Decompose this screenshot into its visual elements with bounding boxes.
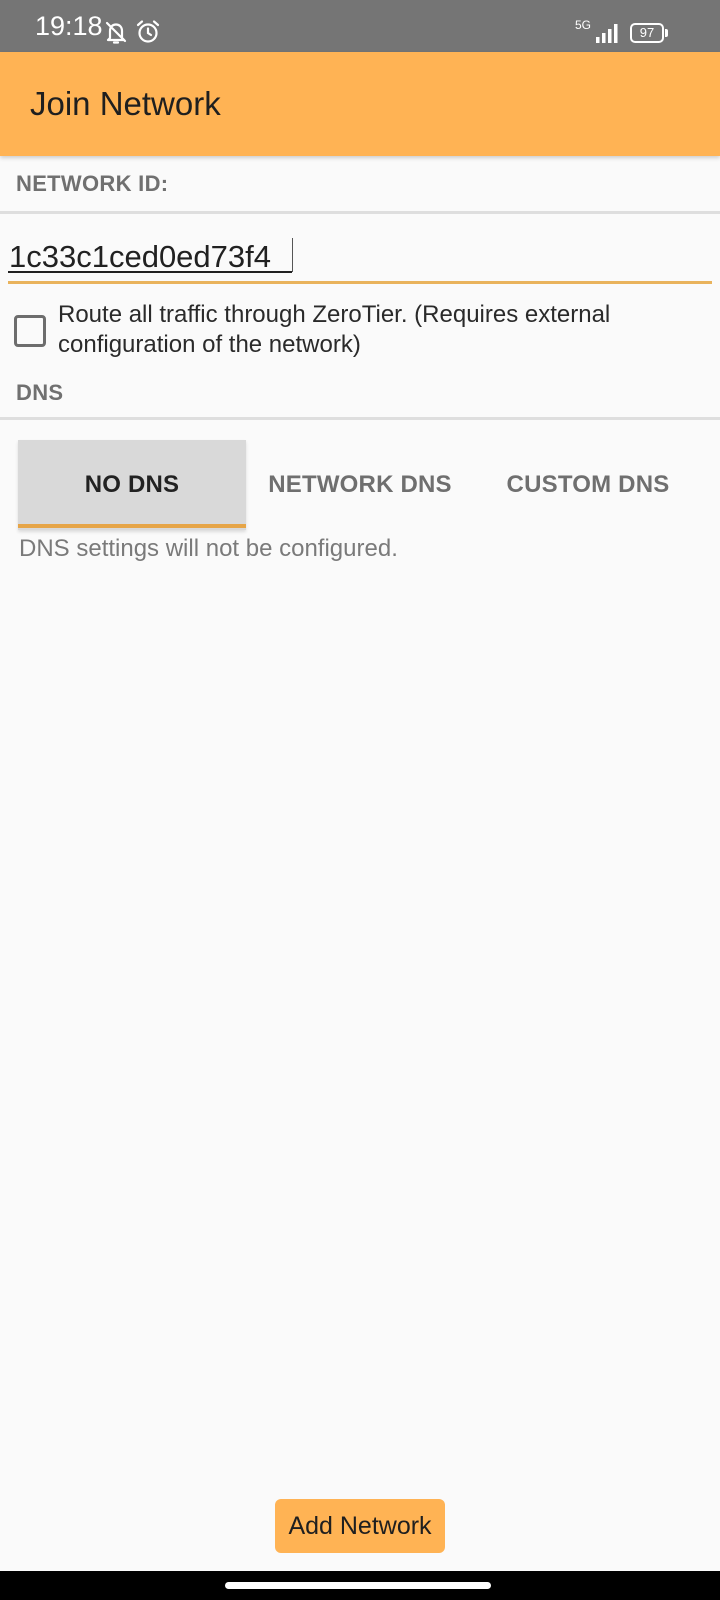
- dns-label: DNS: [16, 380, 64, 405]
- battery-level: 97: [630, 23, 664, 43]
- battery-tip: [665, 29, 668, 37]
- dns-divider: [0, 417, 720, 420]
- text-caret: [292, 238, 293, 272]
- spellcheck-underline: [8, 271, 292, 273]
- battery-icon: 97: [630, 23, 668, 43]
- signal-icon: [596, 24, 618, 43]
- network-id-label: NETWORK ID:: [16, 171, 169, 196]
- status-time: 19:18: [35, 11, 103, 41]
- status-bar: 19:18 5G 97: [0, 0, 720, 52]
- network-type-label: 5G: [575, 18, 592, 32]
- app-bar: Join Network: [0, 52, 720, 156]
- route-all-traffic-label: Route all traffic through ZeroTier. (Req…: [58, 301, 611, 358]
- route-all-traffic-checkbox[interactable]: [14, 315, 46, 347]
- network-id-input[interactable]: 1c33c1ced0ed73f4: [8, 232, 712, 284]
- bell-off-icon: [105, 21, 127, 44]
- home-indicator[interactable]: [225, 1582, 491, 1589]
- tab-custom-dns[interactable]: CUSTOM DNS: [474, 440, 702, 530]
- dns-description: DNS settings will not be configured.: [19, 535, 398, 562]
- tab-network-dns[interactable]: NETWORK DNS: [246, 440, 474, 530]
- tab-no-dns[interactable]: NO DNS: [18, 440, 246, 530]
- route-all-traffic-option[interactable]: Route all traffic through ZeroTier. (Req…: [12, 300, 712, 364]
- tab-indicator: [18, 524, 246, 528]
- network-id-divider: [0, 211, 720, 214]
- page-title: Join Network: [30, 85, 221, 122]
- navigation-bar: [0, 1571, 720, 1600]
- dns-tabs: NO DNS NETWORK DNS CUSTOM DNS: [0, 440, 720, 530]
- add-network-button[interactable]: Add Network: [275, 1499, 445, 1553]
- alarm-icon: [136, 20, 160, 43]
